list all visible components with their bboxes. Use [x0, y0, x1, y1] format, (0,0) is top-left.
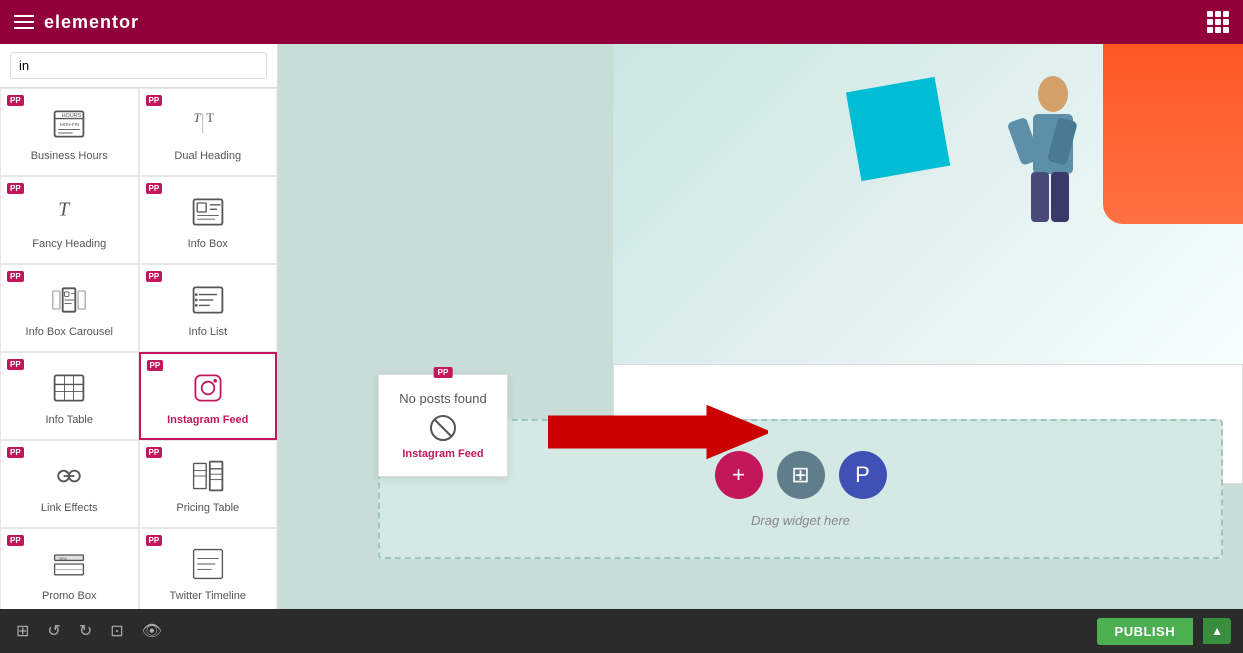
- widget-twitter-timeline-label: Twitter Timeline: [170, 590, 246, 602]
- app-title: elementor: [44, 12, 139, 33]
- widget-info-box-carousel-label: Info Box Carousel: [26, 326, 113, 338]
- widget-twitter-timeline[interactable]: PP Twitter Timeline: [139, 528, 278, 609]
- pp-badge: PP: [7, 359, 24, 370]
- svg-text:30%: 30%: [58, 556, 67, 561]
- no-posts-popup: PP No posts found Instagram Feed: [378, 374, 508, 477]
- pp-badge: PP: [7, 95, 24, 106]
- svg-text:MON-FRI: MON-FRI: [60, 122, 79, 127]
- canvas-area: PP No posts found Instagram Feed +: [278, 44, 1243, 609]
- pp-badge: PP: [146, 447, 163, 458]
- widget-info-list-label: Info List: [188, 326, 227, 338]
- no-posts-pp-badge: PP: [434, 367, 453, 378]
- hamburger-menu[interactable]: [14, 15, 34, 29]
- publish-dropdown-button[interactable]: ▲: [1203, 618, 1231, 644]
- info-table-icon: [49, 368, 89, 408]
- widget-promo-box-label: Promo Box: [42, 590, 96, 602]
- add-pp-button[interactable]: P: [839, 451, 887, 499]
- widget-fancy-heading[interactable]: PP T Fancy Heading: [0, 176, 139, 264]
- canvas-top-section: [613, 44, 1243, 364]
- widget-info-table-label: Info Table: [45, 414, 93, 426]
- canvas-hero-image: [613, 44, 1243, 364]
- pp-badge: PP: [146, 271, 163, 282]
- teal-decoration: [846, 77, 950, 181]
- link-effects-icon: [49, 456, 89, 496]
- pp-badge: PP: [146, 535, 163, 546]
- search-input[interactable]: [10, 52, 267, 79]
- pp-badge: PP: [146, 183, 163, 194]
- red-arrow: [548, 402, 768, 467]
- pp-badge: PP: [146, 95, 163, 106]
- pp-badge: PP: [7, 535, 24, 546]
- dual-heading-icon: T T: [188, 104, 228, 144]
- promo-box-icon: 30%: [49, 544, 89, 584]
- pp-badge: PP: [7, 183, 24, 194]
- bottom-bar: ⊞ ↺ ↻ ⊡ 👁 PUBLISH ▲: [0, 609, 1243, 653]
- search-bar: [0, 44, 277, 88]
- no-entry-icon: [399, 414, 487, 442]
- widget-info-box-label: Info Box: [188, 238, 228, 250]
- undo-icon[interactable]: ↺: [43, 617, 64, 645]
- layers-icon[interactable]: ⊞: [12, 617, 33, 645]
- widget-dual-heading[interactable]: PP T T Dual Heading: [139, 88, 278, 176]
- pp-badge: PP: [147, 360, 164, 371]
- widget-instagram-feed-label: Instagram Feed: [167, 414, 248, 426]
- widgets-grid: PP HOURS MON-FRI Business Hours PP: [0, 88, 277, 609]
- widget-info-box[interactable]: PP Info Box: [139, 176, 278, 264]
- widget-dual-heading-label: Dual Heading: [174, 150, 241, 162]
- widget-link-effects[interactable]: PP Link Effects: [0, 440, 139, 528]
- widget-promo-box[interactable]: PP 30% Promo Box: [0, 528, 139, 609]
- info-box-carousel-icon: [49, 280, 89, 320]
- top-bar: elementor: [0, 0, 1243, 44]
- no-posts-text: No posts found: [399, 391, 487, 406]
- grid-icon[interactable]: [1207, 11, 1229, 33]
- widget-info-list[interactable]: PP Info List: [139, 264, 278, 352]
- responsive-icon[interactable]: ⊡: [106, 617, 127, 645]
- widget-business-hours[interactable]: PP HOURS MON-FRI Business Hours: [0, 88, 139, 176]
- add-section-button[interactable]: ⊞: [777, 451, 825, 499]
- svg-text:T: T: [193, 111, 201, 125]
- svg-text:T: T: [58, 199, 71, 221]
- twitter-timeline-icon: [188, 544, 228, 584]
- fancy-heading-icon: T: [49, 192, 89, 232]
- widget-instagram-feed[interactable]: PP Instagram Feed: [139, 352, 278, 440]
- sidebar: PP HOURS MON-FRI Business Hours PP: [0, 44, 278, 609]
- no-posts-widget-label: Instagram Feed: [399, 448, 487, 460]
- person-silhouette: [983, 64, 1103, 244]
- widget-business-hours-label: Business Hours: [31, 150, 108, 162]
- widget-fancy-heading-label: Fancy Heading: [32, 238, 106, 250]
- redo-icon[interactable]: ↻: [75, 617, 96, 645]
- drag-widget-text: Drag widget here: [751, 513, 850, 528]
- orange-decoration: [1103, 44, 1243, 224]
- pp-badge: PP: [7, 447, 24, 458]
- widget-pricing-table[interactable]: PP Pricing Table: [139, 440, 278, 528]
- pricing-table-icon: [188, 456, 228, 496]
- svg-text:HOURS: HOURS: [62, 113, 82, 119]
- svg-text:T: T: [206, 111, 214, 125]
- business-hours-icon: HOURS MON-FRI: [49, 104, 89, 144]
- preview-icon[interactable]: 👁: [138, 617, 166, 645]
- publish-button[interactable]: PUBLISH: [1097, 618, 1194, 645]
- widget-info-box-carousel[interactable]: PP Info Box Carousel: [0, 264, 139, 352]
- widget-pricing-table-label: Pricing Table: [176, 502, 239, 514]
- widget-info-table[interactable]: PP Info Table: [0, 352, 139, 440]
- instagram-feed-icon: [188, 368, 228, 408]
- pp-badge: PP: [7, 271, 24, 282]
- info-box-icon: [188, 192, 228, 232]
- info-list-icon: [188, 280, 228, 320]
- widget-link-effects-label: Link Effects: [41, 502, 98, 514]
